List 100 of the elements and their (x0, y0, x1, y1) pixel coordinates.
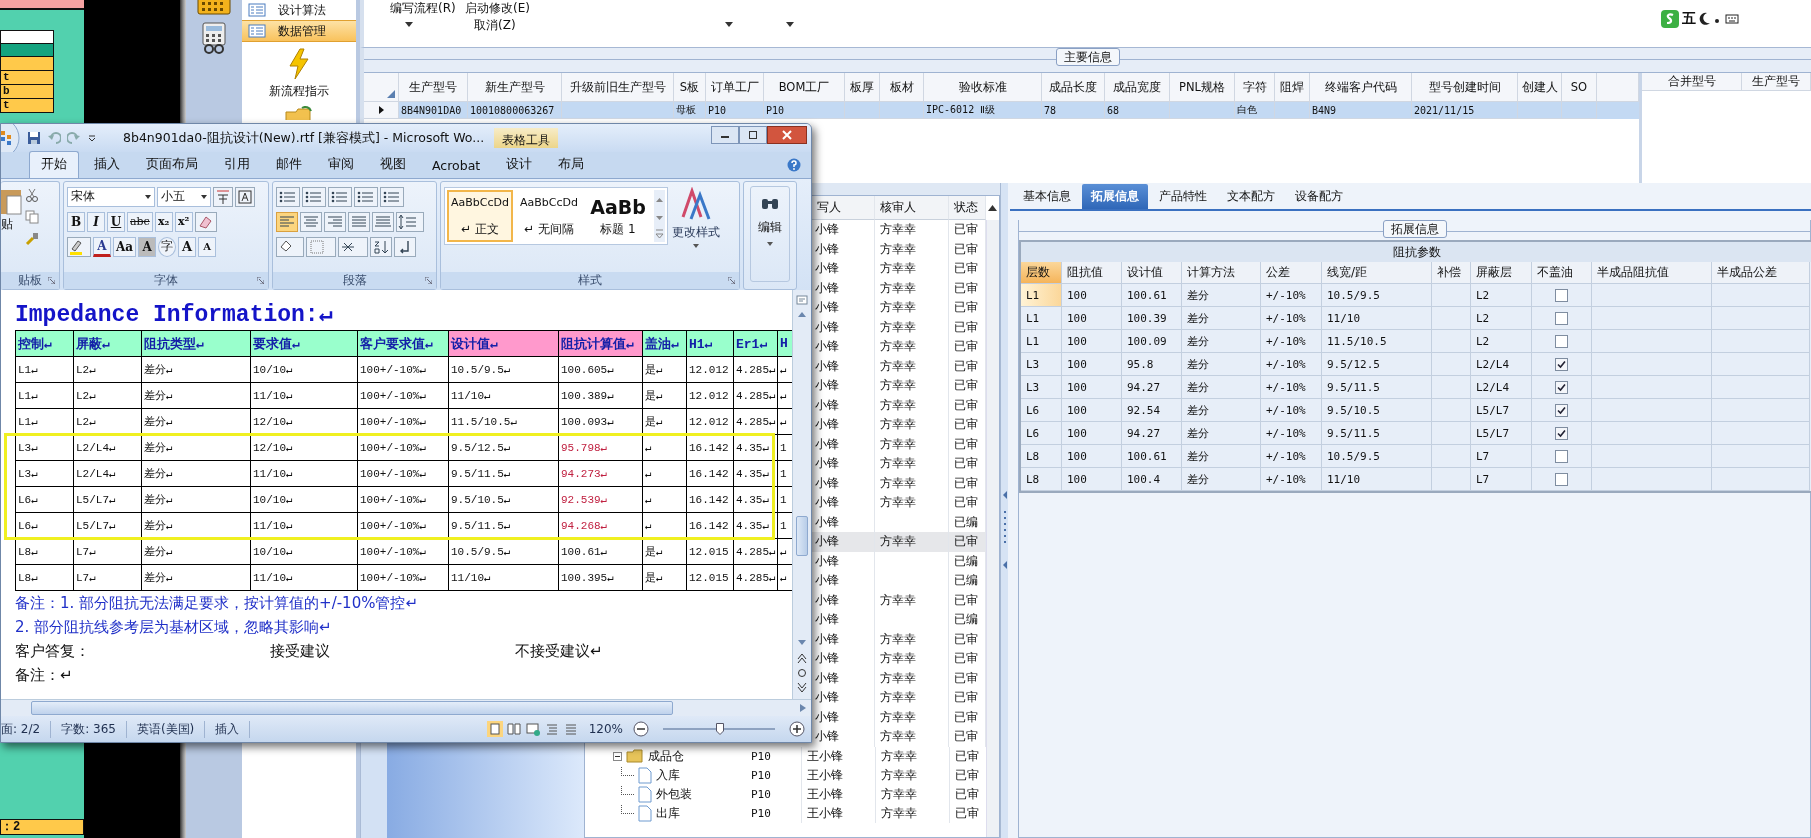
column-header[interactable]: 生产型号 (399, 73, 468, 102)
scroll-right-icon[interactable] (799, 703, 807, 713)
column-header[interactable]: 字符 (1235, 73, 1275, 102)
nav-item[interactable]: 数据管理 (242, 20, 356, 42)
checkbox[interactable] (1555, 403, 1568, 417)
maximize-button[interactable] (739, 126, 767, 144)
format-button[interactable]: B (67, 211, 85, 232)
column-header[interactable]: 屏蔽层 (1471, 262, 1532, 284)
column-header[interactable]: 板材 (880, 73, 924, 102)
lightning-icon[interactable] (288, 48, 310, 80)
column-header[interactable]: SO (1562, 73, 1597, 102)
column-header[interactable]: 半成品阻抗值 (1592, 262, 1712, 284)
list-format-icon[interactable] (302, 186, 326, 207)
column-header[interactable]: 阻抗值 (1062, 262, 1122, 284)
launcher-icon[interactable] (425, 277, 432, 284)
calculator-icon[interactable] (200, 22, 228, 54)
column-header[interactable]: 生产型号 (1742, 73, 1811, 91)
column-header[interactable]: 成品长度 (1042, 73, 1105, 102)
input-mode-label[interactable]: 五 (1682, 10, 1696, 28)
checkbox[interactable] (1555, 357, 1568, 371)
zoom-in-icon[interactable] (789, 721, 805, 737)
checkbox[interactable] (1555, 334, 1568, 348)
list-format-icon[interactable] (380, 186, 404, 207)
copy-icon[interactable] (25, 210, 39, 224)
column-header[interactable]: 订单工厂 (706, 73, 764, 102)
save-icon[interactable] (27, 131, 41, 145)
caret-icon[interactable] (201, 194, 207, 199)
column-header[interactable]: 创建人 (1518, 73, 1562, 102)
office-button[interactable] (1, 124, 21, 153)
launcher-icon[interactable] (48, 277, 55, 284)
undo-icon[interactable] (47, 131, 61, 145)
caret-icon[interactable] (725, 22, 733, 27)
font-effect-button[interactable]: A (178, 236, 197, 257)
folder-icon[interactable] (284, 106, 314, 120)
ribbon-tab[interactable]: 邮件 (265, 152, 313, 178)
scrollbar[interactable] (986, 220, 999, 837)
print-layout-icon[interactable] (486, 721, 503, 737)
ribbon-tab[interactable]: 设计 (495, 152, 544, 178)
column-header[interactable]: 阻焊 (1275, 73, 1310, 102)
checkbox[interactable] (1555, 380, 1568, 394)
command-button[interactable]: 取消(Z) (474, 17, 516, 34)
paste-button[interactable]: 贴 (1, 186, 23, 272)
column-header[interactable]: 验收标准 (924, 73, 1042, 102)
format-button[interactable]: x² (174, 211, 193, 232)
scroll-down-icon[interactable] (795, 637, 809, 647)
column-header[interactable]: 线宽/距 (1322, 262, 1432, 284)
format-button[interactable]: I (87, 211, 105, 232)
ribbon-tab[interactable]: 布局 (547, 152, 596, 178)
tab[interactable]: 产品特性 (1150, 184, 1216, 209)
column-header[interactable]: 型号创建时间 (1412, 73, 1518, 102)
tab[interactable]: 基本信息 (1014, 184, 1080, 209)
row-header[interactable] (364, 102, 399, 119)
minimize-button[interactable] (711, 126, 739, 144)
checkbox[interactable] (1555, 449, 1568, 463)
zoom-out-icon[interactable] (633, 721, 649, 737)
shading-icon[interactable] (276, 236, 304, 257)
column-header[interactable]: 成品宽度 (1105, 73, 1170, 102)
list-format-icon[interactable] (328, 186, 352, 207)
collapse-icon[interactable] (613, 751, 622, 761)
help-icon[interactable] (787, 158, 801, 172)
column-header[interactable]: 设计值 (1122, 262, 1182, 284)
ribbon-tab[interactable]: 引用 (213, 152, 261, 178)
sort-icon[interactable] (370, 236, 392, 257)
tree-item[interactable]: 出库 (656, 804, 680, 822)
editing-button[interactable]: 编辑 (750, 186, 790, 282)
caret-icon[interactable] (145, 194, 151, 199)
clear-format-icon[interactable] (194, 211, 217, 232)
column-header[interactable]: 半成品公差 (1712, 262, 1810, 284)
tree-item[interactable]: 成品仓 (648, 747, 684, 765)
grid-icon[interactable] (197, 0, 231, 16)
page-count[interactable]: 面: 2/2 (1, 720, 52, 738)
vertical-scrollbar[interactable] (792, 290, 811, 699)
column-header[interactable]: 合并型号 (1642, 73, 1742, 91)
character-border-icon[interactable] (235, 186, 255, 207)
language-indicator[interactable]: 英语(美国) (136, 720, 206, 738)
scroll-thumb[interactable] (31, 701, 673, 715)
font-effect-button[interactable]: Aa (113, 236, 137, 257)
insert-mode[interactable]: 插入 (215, 720, 251, 738)
caret-icon[interactable] (786, 22, 794, 27)
ribbon-tab[interactable]: 开始 (29, 151, 79, 178)
reading-icon[interactable] (505, 721, 522, 737)
caret-icon[interactable] (405, 22, 413, 27)
cut-icon[interactable] (25, 188, 39, 202)
column-header[interactable]: S板 (674, 73, 706, 102)
tab[interactable]: 设备配方 (1286, 184, 1352, 209)
checkbox[interactable] (1555, 311, 1568, 325)
command-button[interactable]: 启动修改(E) (465, 0, 530, 17)
column-header[interactable]: BOM工厂 (764, 73, 845, 102)
command-button[interactable]: 编写流程(R) (390, 0, 456, 17)
list-format-icon[interactable] (276, 186, 300, 207)
ribbon-tab[interactable]: 插入 (83, 152, 131, 178)
scroll-up-icon[interactable] (988, 205, 997, 211)
launcher-icon[interactable] (728, 277, 735, 284)
font-size-field[interactable]: 小五 (157, 186, 211, 207)
font-name-field[interactable]: 宋体 (67, 186, 155, 207)
browse-object-icon[interactable] (795, 651, 809, 695)
column-header[interactable]: 层数 (1021, 262, 1062, 284)
web-layout-icon[interactable] (524, 721, 541, 737)
ruler-icon[interactable] (795, 294, 809, 306)
ribbon-tab[interactable]: 视图 (369, 152, 417, 178)
